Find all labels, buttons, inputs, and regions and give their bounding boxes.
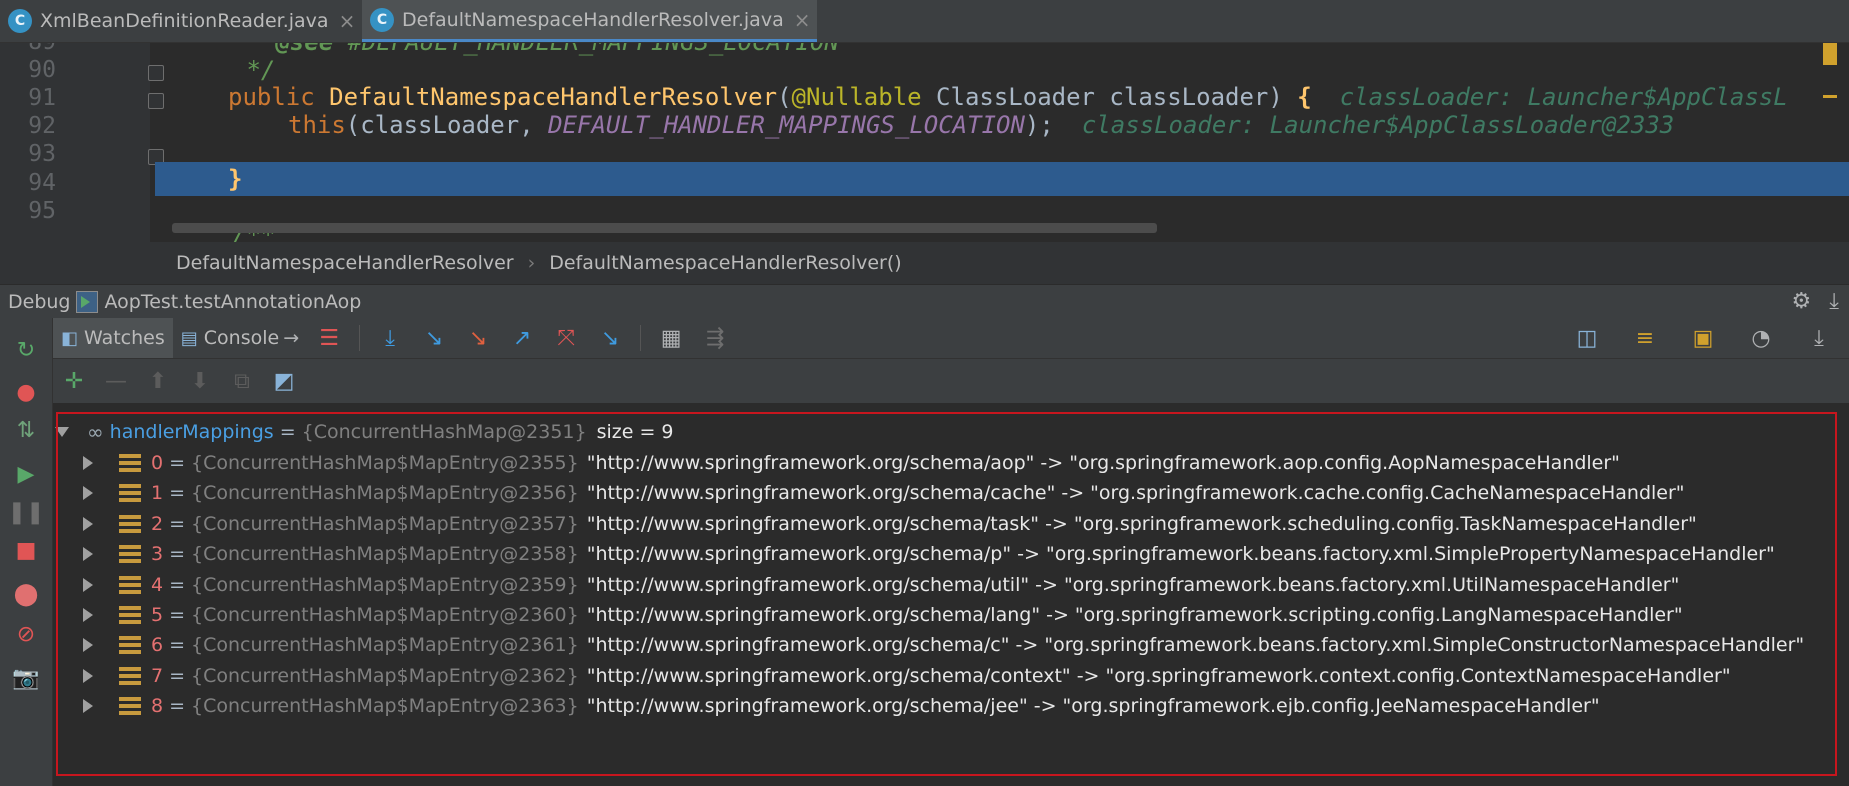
watches-toolbar: ✛ — ⬆ ⬇ ⧉ ◩ [53, 359, 1849, 403]
debug-tool-window-header: Debug AopTest.testAnnotationAop ⚙ ⤓ [0, 284, 1849, 319]
debug-left-toolbar: ↻ ● ⇅ ▶ ❚❚ ■ ⬤ ⊘ 📷 [0, 318, 53, 786]
highlight-annotation-box [56, 412, 1837, 776]
move-down-icon[interactable]: ⬇ [185, 366, 215, 396]
memory-icon[interactable]: ▣ [1688, 323, 1718, 353]
mute-breakpoints-icon[interactable]: ⊘ [12, 620, 40, 648]
debug-label: Debug [8, 291, 71, 313]
close-icon[interactable]: × [339, 9, 356, 33]
fold-marker-icon[interactable] [148, 65, 164, 81]
code-line-92: this(classLoader, DEFAULT_HANDLER_MAPPIN… [288, 111, 1675, 139]
code-line-89: * @see #DEFAULT_HANDLER_MAPPINGS_LOCATIO… [232, 43, 838, 59]
update-app-icon[interactable]: ⇅ [12, 416, 40, 444]
inline-debug-value: classLoader: Launcher$AppClassL [1339, 83, 1788, 111]
gear-icon[interactable]: ⚙ [1792, 289, 1812, 314]
watches-icon: ◧ [61, 327, 79, 349]
tab-label: DefaultNamespaceHandlerResolver.java [402, 8, 784, 31]
line-number: 92 [28, 113, 56, 139]
breadcrumb-separator-icon: › [527, 252, 536, 274]
class-icon: C [370, 7, 394, 32]
debug-session-tab[interactable]: AopTest.testAnnotationAop [104, 291, 361, 313]
pin-icon[interactable]: ⤓ [1804, 323, 1834, 353]
line-number: 91 [28, 85, 56, 111]
duplicate-watch-icon[interactable]: ⧉ [227, 366, 257, 396]
class-icon: C [8, 9, 32, 33]
breadcrumb-class[interactable]: DefaultNamespaceHandlerResolver [176, 252, 514, 274]
editor-tab-bar: C XmlBeanDefinitionReader.java × C Defau… [0, 0, 1849, 43]
console-icon: ▤ [180, 327, 198, 349]
tab-xmlbeandefinitionreader[interactable]: C XmlBeanDefinitionReader.java × [0, 0, 362, 42]
stop-icon[interactable]: ■ [12, 536, 40, 564]
resume-program-icon[interactable]: ▶ [12, 460, 40, 488]
toolbar-separator [640, 325, 642, 351]
new-watch-icon[interactable]: ✛ [59, 366, 89, 396]
code-line-93: } [228, 165, 243, 193]
hide-panel-icon[interactable]: ⤓ [1829, 289, 1839, 314]
rerun-icon[interactable]: ↻ [12, 336, 40, 364]
line-number: 94 [28, 170, 56, 196]
step-out-icon[interactable]: ↗ [507, 323, 537, 353]
overhead-icon[interactable]: ◔ [1746, 323, 1776, 353]
run-to-cursor-icon[interactable]: ↘ [595, 323, 625, 353]
breadcrumb: DefaultNamespaceHandlerResolver › Defaul… [0, 242, 1849, 284]
fold-marker-icon[interactable] [148, 93, 164, 109]
line-number: 95 [28, 198, 56, 224]
warning-marker-icon[interactable] [1823, 43, 1837, 65]
evaluate-expression-icon[interactable]: ▦ [656, 323, 686, 353]
remove-watch-icon[interactable]: — [101, 366, 131, 396]
move-up-icon[interactable]: ⬆ [143, 366, 173, 396]
console-arrow-icon: → [283, 327, 300, 349]
step-over-icon[interactable]: ⤓ [375, 323, 405, 353]
error-stripe-marker[interactable] [1823, 95, 1837, 98]
inline-debug-value: classLoader: Launcher$AppClassLoader@233… [1081, 111, 1675, 139]
threads-icon[interactable]: ≡ [1630, 323, 1660, 353]
tab-label: XmlBeanDefinitionReader.java [40, 10, 329, 32]
tab-console[interactable]: ▤ Console → [173, 318, 307, 358]
show-watches-in-variables-icon[interactable]: ◩ [269, 366, 299, 396]
camera-icon[interactable]: 📷 [12, 664, 40, 692]
tab-watches[interactable]: ◧ Watches [53, 318, 173, 358]
drop-frame-icon[interactable]: ⤧ [551, 323, 581, 353]
step-into-icon[interactable]: ↘ [419, 323, 449, 353]
restart-error-icon[interactable]: ● [12, 378, 40, 406]
line-number: 90 [28, 57, 56, 83]
code-editor[interactable]: 89 90 91 92 93 94 95 * @see #DEFAULT_HAN… [0, 43, 1849, 242]
junit-session-icon [76, 291, 99, 313]
horizontal-scrollbar[interactable] [172, 223, 1157, 233]
breadcrumb-method[interactable]: DefaultNamespaceHandlerResolver() [549, 252, 901, 274]
pause-icon[interactable]: ❚❚ [8, 498, 45, 526]
force-step-into-icon[interactable]: ↘ [463, 323, 493, 353]
line-number: 93 [28, 141, 56, 167]
view-breakpoints-icon[interactable]: ⬤ [12, 580, 40, 608]
current-line-highlight [155, 162, 1849, 196]
toolbar-separator [359, 325, 361, 351]
trace-icon[interactable]: ⇶ [700, 323, 730, 353]
tab-defaultnamespacehandlerresolver[interactable]: C DefaultNamespaceHandlerResolver.java × [362, 0, 817, 42]
debug-toolbar: ◧ Watches ▤ Console → ☰ ⤓ ↘ ↘ ↗ ⤧ ↘ ▦ ⇶ … [53, 318, 1849, 359]
restore-layout-icon[interactable]: ◫ [1572, 323, 1602, 353]
show-execution-point-icon[interactable]: ☰ [314, 323, 344, 353]
close-icon[interactable]: × [794, 8, 811, 32]
line-number: 89 [0, 43, 56, 55]
line-gutter[interactable]: 89 90 91 92 93 94 95 [0, 43, 150, 242]
